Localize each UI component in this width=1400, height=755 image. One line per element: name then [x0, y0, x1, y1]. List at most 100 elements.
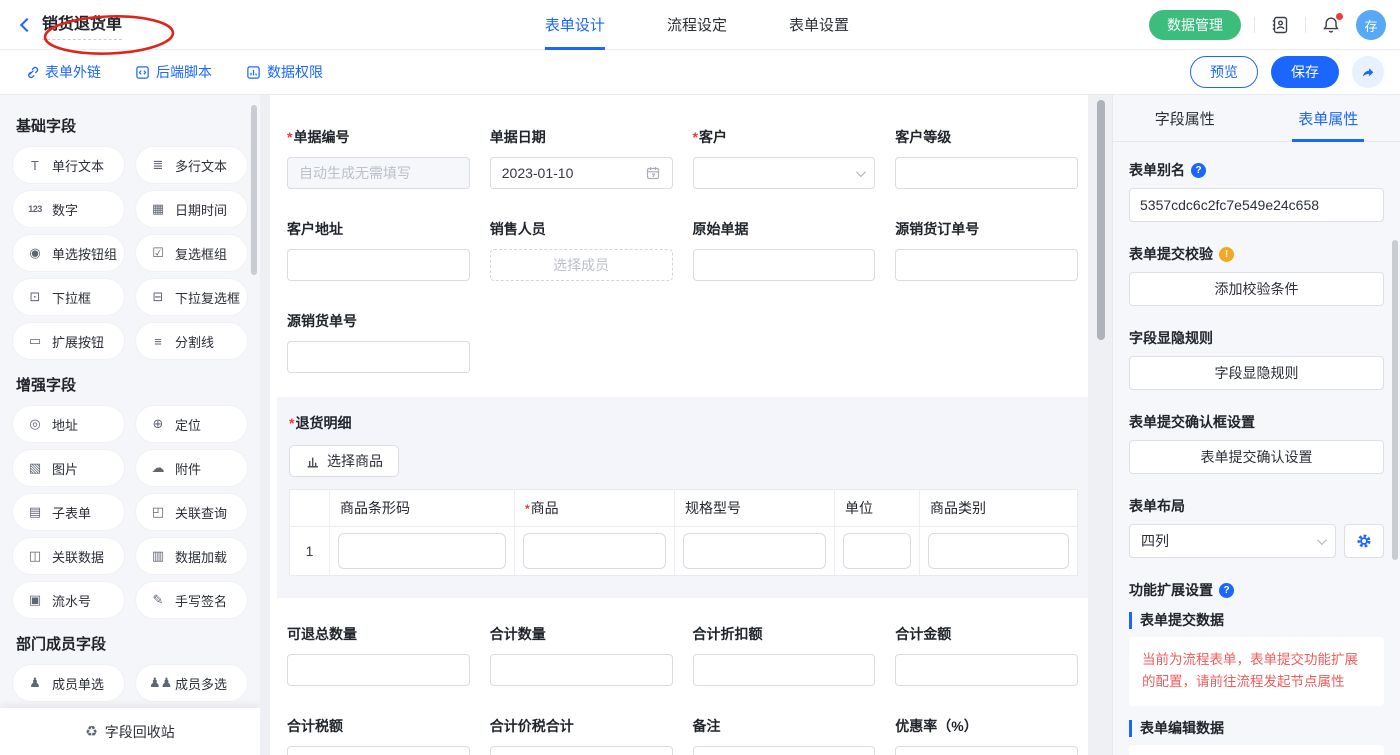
field-total-tax[interactable]: 合计税额 [287, 716, 470, 755]
source-sales-no-input[interactable] [287, 341, 470, 373]
back-icon[interactable] [20, 17, 34, 31]
product-input[interactable] [523, 533, 666, 569]
warning-icon[interactable]: ! [1219, 247, 1234, 262]
notification-bell-icon[interactable] [1319, 13, 1343, 37]
field-visibility-button[interactable]: 字段显隐规则 [1129, 356, 1384, 390]
contacts-book-icon[interactable] [1268, 13, 1292, 37]
form-canvas: *单据编号 单据日期 2023-01-10 [270, 95, 1088, 755]
avatar[interactable]: 存 [1356, 10, 1386, 40]
field-total-discount[interactable]: 合计折扣额 [693, 624, 876, 686]
product-barcode-input[interactable] [338, 533, 506, 569]
field-item-multi-select[interactable]: ⊟下拉复选框 [135, 278, 248, 316]
discount-rate-input[interactable] [895, 746, 1078, 755]
field-original-document[interactable]: 原始单据 [693, 219, 876, 281]
tab-form-setting[interactable]: 表单设置 [789, 0, 849, 50]
backend-script-label: 后端脚本 [156, 62, 212, 82]
field-item-address[interactable]: ◎地址 [12, 405, 125, 443]
field-item-member-single[interactable]: ♟成员单选 [12, 664, 125, 702]
panel-scrollbar[interactable] [1392, 240, 1398, 560]
field-item-signature[interactable]: ✎手写签名 [135, 581, 248, 619]
field-customer-address[interactable]: 客户地址 [287, 219, 470, 281]
total-discount-input[interactable] [693, 654, 876, 686]
customer-level-input[interactable] [895, 157, 1078, 189]
form-external-link[interactable]: 表单外链 [24, 62, 101, 82]
remark-textarea[interactable] [693, 746, 876, 755]
submit-confirm-button[interactable]: 表单提交确认设置 [1129, 440, 1384, 474]
field-sales-member[interactable]: 销售人员 选择成员 [490, 219, 673, 281]
sidebar-scrollbar[interactable] [251, 105, 257, 275]
original-document-input[interactable] [693, 249, 876, 281]
total-amount-input[interactable] [895, 654, 1078, 686]
customer-address-input[interactable] [287, 249, 470, 281]
field-item-subform[interactable]: ▤子表单 [12, 493, 125, 531]
product-category-input[interactable] [928, 533, 1069, 569]
backend-script-link[interactable]: 后端脚本 [135, 62, 212, 82]
select-product-button[interactable]: 选择商品 [289, 445, 399, 477]
field-item-member-multi[interactable]: ♟♟成员多选 [135, 664, 248, 702]
field-item-linked-query[interactable]: ◰关联查询 [135, 493, 248, 531]
field-label: 合计折扣额 [693, 624, 763, 644]
data-permission-link[interactable]: 数据权限 [246, 62, 323, 82]
field-item-attachment[interactable]: ☁附件 [135, 449, 248, 487]
canvas-scrollbar[interactable] [1097, 100, 1105, 340]
help-icon[interactable]: ? [1191, 163, 1206, 178]
unit-input[interactable] [843, 533, 911, 569]
data-permission-label: 数据权限 [267, 62, 323, 82]
layout-settings-button[interactable] [1344, 524, 1384, 558]
tab-field-properties[interactable]: 字段属性 [1113, 95, 1257, 141]
field-item-radio-group[interactable]: ◉单选按钮组 [12, 234, 125, 272]
field-item-extend-button[interactable]: ▭扩展按钮 [12, 322, 125, 360]
document-no-input[interactable] [287, 157, 470, 189]
select-member-box[interactable]: 选择成员 [490, 249, 673, 281]
preview-button[interactable]: 预览 [1190, 56, 1258, 88]
customer-select[interactable] [693, 157, 876, 189]
field-total-with-tax[interactable]: 合计价税合计 [490, 716, 673, 755]
tab-form-design[interactable]: 表单设计 [545, 0, 605, 50]
field-source-sales-no[interactable]: 源销货单号 [287, 311, 470, 373]
field-item-number[interactable]: 123数字 [12, 190, 125, 228]
extension-settings-label: 功能扩展设置 [1129, 580, 1213, 600]
returnable-qty-input[interactable] [287, 654, 470, 686]
field-item-serial-number[interactable]: ▣流水号 [12, 581, 125, 619]
field-total-qty[interactable]: 合计数量 [490, 624, 673, 686]
field-item-checkbox-group[interactable]: ☑复选框组 [135, 234, 248, 272]
field-item-location[interactable]: ⊕定位 [135, 405, 248, 443]
source-sales-order-no-input[interactable] [895, 249, 1078, 281]
field-label: 销售人员 [490, 219, 546, 239]
field-remark[interactable]: 备注 [693, 716, 876, 755]
total-tax-input[interactable] [287, 746, 470, 755]
field-total-amount[interactable]: 合计金额 [895, 624, 1078, 686]
field-document-no[interactable]: *单据编号 [287, 127, 470, 189]
required-mark: * [525, 502, 530, 516]
add-validation-button[interactable]: 添加校验条件 [1129, 272, 1384, 306]
tab-form-properties[interactable]: 表单属性 [1257, 95, 1400, 141]
field-item-multiline-text[interactable]: ≣多行文本 [135, 146, 248, 184]
field-label: 原始单据 [693, 219, 749, 239]
field-returnable-qty[interactable]: 可退总数量 [287, 624, 470, 686]
field-item-select[interactable]: ⊡下拉框 [12, 278, 125, 316]
field-document-date[interactable]: 单据日期 2023-01-10 [490, 127, 673, 189]
total-with-tax-input[interactable] [490, 746, 673, 755]
form-layout-select[interactable]: 四列 [1129, 524, 1336, 558]
field-item-divider[interactable]: ≡分割线 [135, 322, 248, 360]
form-alias-input[interactable] [1129, 188, 1384, 222]
save-button[interactable]: 保存 [1271, 56, 1339, 88]
field-label: 客户 [699, 127, 727, 147]
field-item-single-text[interactable]: T单行文本 [12, 146, 125, 184]
field-customer[interactable]: *客户 [693, 127, 876, 189]
document-date-input[interactable]: 2023-01-10 [490, 157, 673, 189]
field-customer-level[interactable]: 客户等级 [895, 127, 1078, 189]
spec-model-input[interactable] [683, 533, 826, 569]
field-item-data-load[interactable]: ▥数据加载 [135, 537, 248, 575]
field-recycle-bin[interactable]: ♻ 字段回收站 [0, 708, 260, 755]
total-qty-input[interactable] [490, 654, 673, 686]
data-manage-button[interactable]: 数据管理 [1149, 10, 1241, 40]
help-icon[interactable]: ? [1219, 583, 1234, 598]
field-item-linked-data[interactable]: ◫关联数据 [12, 537, 125, 575]
field-item-datetime[interactable]: ▦日期时间 [135, 190, 248, 228]
field-item-image[interactable]: ▧图片 [12, 449, 125, 487]
share-button[interactable] [1352, 56, 1384, 88]
field-source-sales-order-no[interactable]: 源销货订单号 [895, 219, 1078, 281]
tab-workflow-setting[interactable]: 流程设定 [667, 0, 727, 50]
field-discount-rate[interactable]: 优惠率（%） [895, 716, 1078, 755]
